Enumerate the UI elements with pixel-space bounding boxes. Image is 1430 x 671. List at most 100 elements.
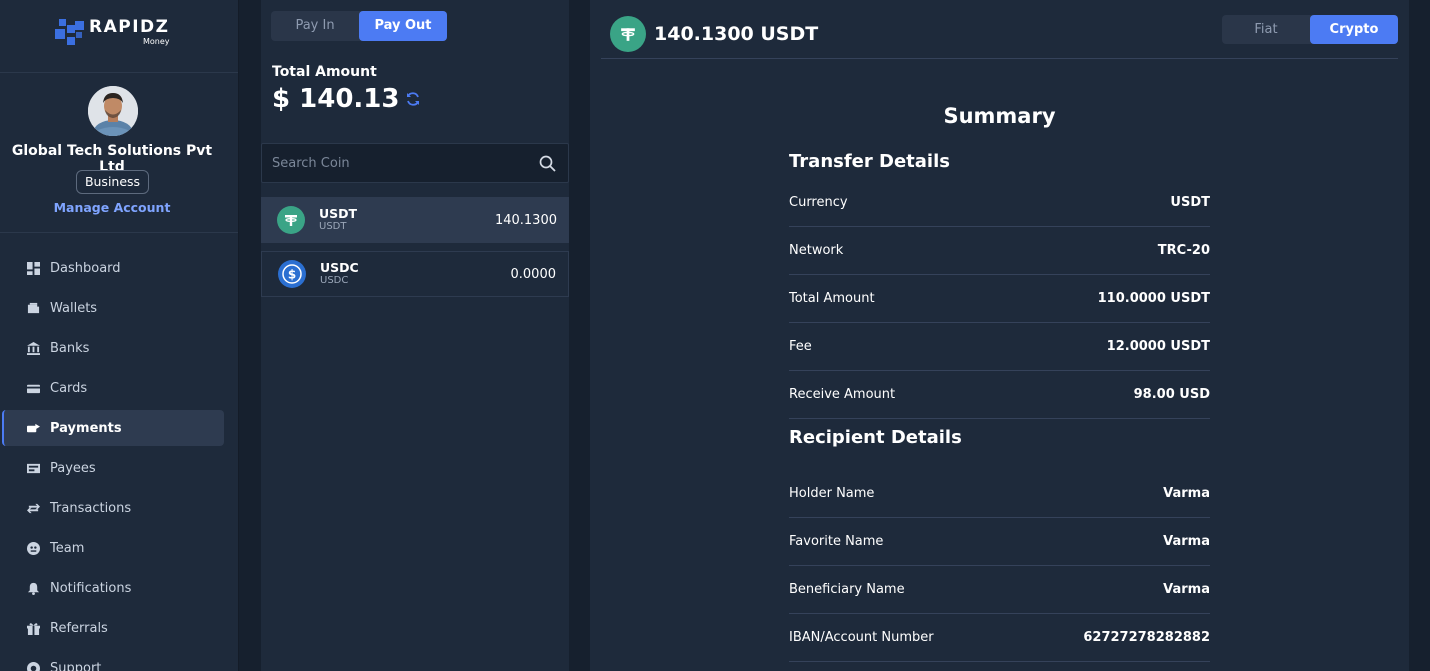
coin-symbol: USDT: [319, 221, 347, 232]
sidebar-divider: [0, 72, 238, 73]
wallet-icon: [26, 301, 40, 315]
detail-row-fee: Fee 12.0000 USDT: [789, 323, 1210, 371]
detail-label: Total Amount: [789, 291, 875, 306]
coin-name: USDC: [320, 260, 359, 275]
dashboard-icon: [26, 261, 40, 275]
sidebar: RAPIDZ Money Global Tech Solutions Pvt L…: [0, 0, 239, 671]
detail-value: Varma: [1163, 486, 1210, 501]
total-amount-value: $ 140.13: [272, 84, 421, 114]
sidebar-item-label: Transactions: [50, 500, 132, 516]
sidebar-item-label: Payments: [50, 420, 122, 436]
refresh-icon[interactable]: [405, 91, 421, 107]
total-amount-text: $ 140.13: [272, 84, 400, 114]
tether-icon: [610, 16, 646, 52]
detail-row-favorite-name: Favorite Name Varma: [789, 518, 1210, 566]
detail-label: Beneficiary Name: [789, 582, 905, 597]
brand-sub: Money: [142, 37, 170, 46]
sidebar-item-referrals[interactable]: Referrals: [2, 610, 224, 646]
detail-value: Varma: [1163, 534, 1210, 549]
coin-row-usdt[interactable]: USDT USDT 140.1300: [261, 197, 569, 243]
sidebar-item-label: Banks: [50, 340, 90, 356]
sidebar-item-label: Wallets: [50, 300, 98, 316]
sidebar-item-label: Team: [50, 540, 85, 556]
detail-label: IBAN/Account Number: [789, 630, 934, 645]
avatar[interactable]: [88, 86, 138, 136]
coin-row-usdc[interactable]: $ USDC USDC 0.0000: [261, 251, 569, 297]
sidebar-nav: Dashboard Wallets Banks Cards Payments P…: [2, 250, 224, 671]
payments-icon: [26, 421, 40, 435]
crypto-tab[interactable]: Crypto: [1310, 15, 1398, 44]
recipient-details-title: Recipient Details: [789, 427, 962, 448]
sidebar-item-label: Support: [50, 660, 102, 671]
coin-balance: 0.0000: [510, 266, 557, 282]
detail-label: Favorite Name: [789, 534, 884, 549]
usdc-icon: $: [278, 260, 306, 288]
detail-value: USDT: [1170, 195, 1210, 210]
coin-name: USDT: [319, 206, 358, 221]
app-root: RAPIDZ Money Global Tech Solutions Pvt L…: [0, 0, 1430, 671]
detail-label: Currency: [789, 195, 848, 210]
detail-row-receive-amount: Receive Amount 98.00 USD: [789, 371, 1210, 419]
detail-value: TRC-20: [1157, 243, 1210, 258]
detail-label: Fee: [789, 339, 812, 354]
sidebar-item-team[interactable]: Team: [2, 530, 224, 566]
brand-name: RAPIDZ: [89, 17, 170, 37]
manage-account-link[interactable]: Manage Account: [0, 200, 224, 215]
sidebar-item-wallets[interactable]: Wallets: [2, 290, 224, 326]
fiat-crypto-toggle: Fiat Crypto: [1222, 15, 1398, 44]
avatar-image: [88, 86, 138, 136]
coin-symbol: USDC: [320, 275, 349, 286]
pay-in-tab[interactable]: Pay In: [271, 11, 359, 41]
total-amount-label: Total Amount: [272, 64, 377, 80]
sidebar-item-label: Dashboard: [50, 260, 121, 276]
card-icon: [26, 381, 40, 395]
sidebar-item-payees[interactable]: Payees: [2, 450, 224, 486]
payment-detail-panel: 140.1300 USDT Fiat Crypto Summary Transf…: [590, 0, 1409, 671]
sidebar-item-support[interactable]: Support: [2, 650, 224, 671]
detail-row-currency: Currency USDT: [789, 179, 1210, 227]
pay-direction-toggle: Pay In Pay Out: [271, 11, 447, 41]
summary-title: Summary: [943, 104, 1056, 128]
transactions-icon: [26, 501, 40, 515]
sidebar-item-payments[interactable]: Payments: [2, 410, 224, 446]
detail-label: Network: [789, 243, 844, 258]
payees-icon: [26, 461, 40, 475]
sidebar-item-notifications[interactable]: Notifications: [2, 570, 224, 606]
search-input[interactable]: [262, 144, 532, 182]
detail-label: Holder Name: [789, 486, 875, 501]
sidebar-item-label: Notifications: [50, 580, 132, 596]
sidebar-item-label: Payees: [50, 460, 96, 476]
sidebar-divider: [0, 232, 238, 233]
bank-icon: [26, 341, 40, 355]
detail-value: Varma: [1163, 582, 1210, 597]
account-type-badge: Business: [76, 170, 149, 194]
detail-value: 110.0000 USDT: [1097, 291, 1210, 306]
tether-icon: [277, 206, 305, 234]
detail-row-beneficiary-name: Beneficiary Name Varma: [789, 566, 1210, 614]
header-divider: [601, 58, 1398, 59]
detail-row-network: Network TRC-20: [789, 227, 1210, 275]
detail-row-iban: IBAN/Account Number 62727278282882: [789, 614, 1210, 662]
coin-search: [261, 143, 569, 183]
transfer-details-title: Transfer Details: [789, 151, 950, 172]
wallet-panel: Pay In Pay Out Total Amount $ 140.13 Sea…: [261, 0, 569, 671]
brand-logo[interactable]: RAPIDZ Money: [55, 17, 169, 49]
sidebar-item-label: Cards: [50, 380, 88, 396]
detail-label: Receive Amount: [789, 387, 896, 402]
coin-balance: 140.1300: [494, 212, 557, 228]
detail-row-holder-name: Holder Name Varma: [789, 470, 1210, 518]
pay-out-tab[interactable]: Pay Out: [359, 11, 447, 41]
support-icon: [26, 661, 40, 671]
svg-text:$: $: [288, 268, 296, 282]
detail-header: 140.1300 USDT: [610, 16, 818, 52]
header-amount: 140.1300 USDT: [654, 23, 819, 45]
sidebar-item-cards[interactable]: Cards: [2, 370, 224, 406]
detail-value: 12.0000 USDT: [1106, 339, 1210, 354]
sidebar-item-banks[interactable]: Banks: [2, 330, 224, 366]
gift-icon: [26, 621, 40, 635]
fiat-tab[interactable]: Fiat: [1222, 15, 1310, 44]
search-icon[interactable]: [539, 155, 556, 172]
detail-value: 98.00 USD: [1133, 387, 1210, 402]
sidebar-item-transactions[interactable]: Transactions: [2, 490, 224, 526]
sidebar-item-dashboard[interactable]: Dashboard: [2, 250, 224, 286]
